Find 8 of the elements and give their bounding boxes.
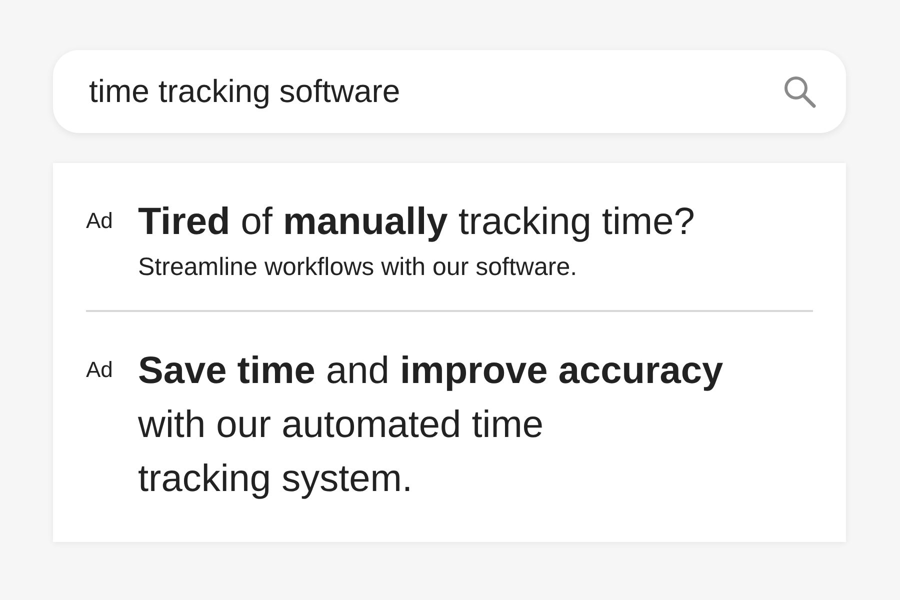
search-field[interactable]: time tracking software bbox=[53, 50, 846, 133]
search-input[interactable]: time tracking software bbox=[89, 73, 782, 110]
ad-label: Ad bbox=[86, 207, 114, 235]
ad-headline[interactable]: Tired of manually tracking time? bbox=[138, 195, 695, 249]
ad-headline[interactable]: Save time and improve accuracy with our automated time tracking system. bbox=[138, 344, 724, 506]
ad-label: Ad bbox=[86, 356, 114, 384]
search-icon[interactable] bbox=[782, 74, 818, 110]
ad-description: Streamline workflows with our software. bbox=[138, 253, 578, 282]
